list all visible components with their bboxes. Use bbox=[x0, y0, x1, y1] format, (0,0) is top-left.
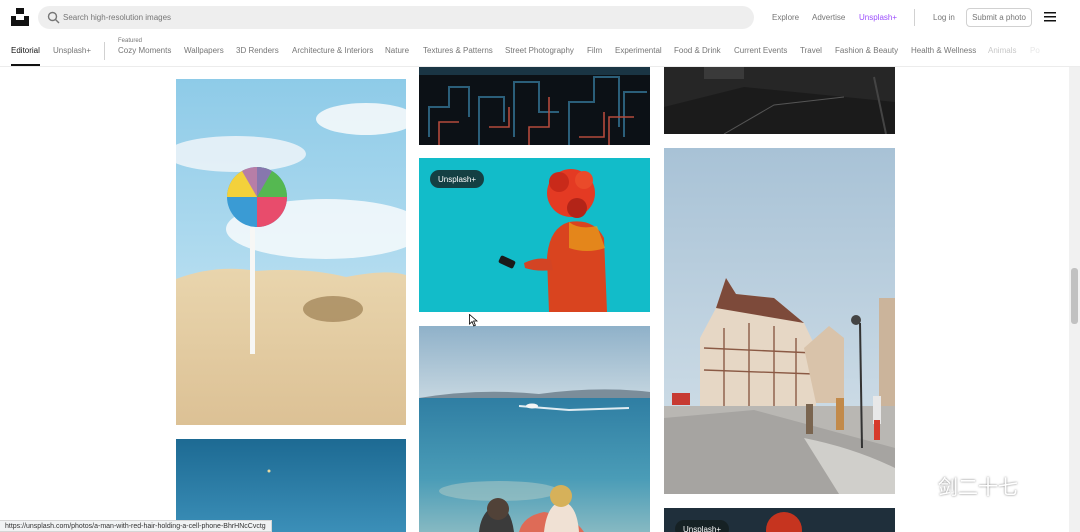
photo-seaside[interactable] bbox=[419, 326, 650, 532]
submit-photo-label: Submit a photo bbox=[972, 13, 1026, 22]
lollipop-image bbox=[176, 79, 406, 425]
status-url: https://unsplash.com/photos/a-man-with-r… bbox=[5, 522, 266, 530]
tab-3d-renders[interactable]: 3D Renders bbox=[236, 46, 279, 55]
town-street-image bbox=[664, 148, 895, 494]
scrollbar-thumb[interactable] bbox=[1071, 268, 1078, 324]
3d-render-image bbox=[419, 67, 650, 145]
unsplash-plus-badge: Unsplash+ bbox=[430, 170, 485, 188]
browser-status-bar: https://unsplash.com/photos/a-man-with-r… bbox=[0, 520, 272, 532]
tab-street-photography[interactable]: Street Photography bbox=[505, 46, 574, 55]
photo-town-street[interactable] bbox=[664, 148, 895, 494]
tab-wallpapers[interactable]: Wallpapers bbox=[184, 46, 224, 55]
blue-sky-image bbox=[176, 439, 406, 532]
tab-editorial[interactable]: Editorial bbox=[11, 46, 40, 55]
tab-fashion-beauty[interactable]: Fashion & Beauty bbox=[835, 46, 898, 55]
photo-3d-render[interactable] bbox=[419, 67, 650, 145]
tab-nature[interactable]: Nature bbox=[385, 46, 409, 55]
watermark-text: 剑二十七 bbox=[938, 474, 1018, 499]
nav-explore[interactable]: Explore bbox=[772, 13, 799, 22]
category-divider bbox=[104, 42, 105, 60]
photo-street-shadow[interactable] bbox=[664, 67, 895, 134]
search-icon[interactable] bbox=[47, 11, 60, 24]
wechat-icon bbox=[902, 474, 931, 496]
street-shadow-image bbox=[664, 67, 895, 134]
tab-unsplash-plus[interactable]: Unsplash+ bbox=[53, 46, 91, 55]
tab-textures-patterns[interactable]: Textures & Patterns bbox=[423, 46, 493, 55]
tab-cozy-moments[interactable]: Cozy Moments bbox=[118, 46, 171, 55]
photo-bottom-dark[interactable]: Unsplash+ bbox=[664, 508, 895, 532]
tab-animals[interactable]: Animals bbox=[988, 46, 1016, 55]
hamburger-menu-icon[interactable] bbox=[1044, 12, 1056, 22]
nav-unsplash-plus[interactable]: Unsplash+ bbox=[859, 13, 897, 22]
unsplash-logo-icon[interactable] bbox=[11, 8, 29, 26]
login-link[interactable]: Log in bbox=[933, 13, 955, 22]
tab-film[interactable]: Film bbox=[587, 46, 602, 55]
photo-blue-sky[interactable] bbox=[176, 439, 406, 532]
tab-current-events[interactable]: Current Events bbox=[734, 46, 787, 55]
nav-advertise[interactable]: Advertise bbox=[812, 13, 845, 22]
top-navigation-bar: Explore Advertise Unsplash+ Log in Submi… bbox=[0, 0, 1080, 36]
header-divider bbox=[914, 9, 915, 26]
featured-label: Featured bbox=[118, 38, 143, 44]
tab-food-drink[interactable]: Food & Drink bbox=[674, 46, 721, 55]
tab-travel[interactable]: Travel bbox=[800, 46, 822, 55]
category-bar: Editorial Unsplash+ Featured Cozy Moment… bbox=[0, 36, 1080, 67]
tab-more[interactable]: Po bbox=[1030, 46, 1040, 55]
photo-red-hair-phone[interactable]: Unsplash+ bbox=[419, 158, 650, 312]
search-input[interactable] bbox=[63, 8, 743, 27]
submit-photo-button[interactable]: Submit a photo bbox=[966, 8, 1032, 27]
photo-lollipop-beach[interactable] bbox=[176, 79, 406, 425]
watermark: 剑二十七 bbox=[902, 470, 1018, 500]
tab-health-wellness[interactable]: Health & Wellness bbox=[911, 46, 976, 55]
seaside-image bbox=[419, 326, 650, 532]
tab-architecture-interiors[interactable]: Architecture & Interiors bbox=[292, 46, 373, 55]
unsplash-plus-badge-bottom: Unsplash+ bbox=[675, 520, 730, 532]
search-bar[interactable] bbox=[38, 6, 754, 29]
active-tab-indicator bbox=[11, 64, 40, 66]
mouse-cursor-icon bbox=[469, 314, 478, 327]
tab-experimental[interactable]: Experimental bbox=[615, 46, 662, 55]
